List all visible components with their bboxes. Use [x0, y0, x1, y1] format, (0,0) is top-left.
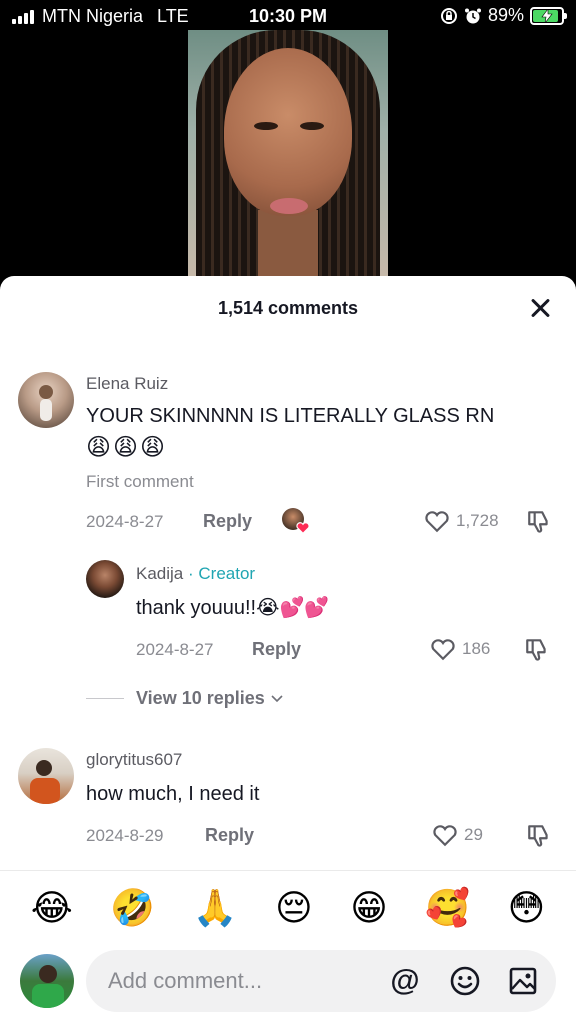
avatar[interactable] — [86, 560, 124, 598]
video-lips — [270, 198, 308, 214]
view-replies-label: View 10 replies — [136, 688, 265, 708]
creator-liked-badge — [282, 508, 310, 534]
dislike-icon[interactable] — [526, 508, 552, 534]
charging-bolt-icon — [541, 8, 553, 23]
avatar-figure — [30, 760, 60, 804]
heart-icon — [431, 639, 455, 661]
video-neck — [258, 210, 318, 280]
close-icon[interactable] — [524, 292, 556, 324]
emoji-icon[interactable] — [448, 964, 482, 998]
signal-icon — [12, 9, 34, 24]
user-avatar[interactable] — [20, 954, 74, 1008]
divider-line — [86, 698, 124, 699]
like-count: 1,728 — [456, 511, 499, 530]
comment-username[interactable]: Elena Ruiz — [86, 374, 168, 394]
comment-username[interactable]: glorytitus607 — [86, 750, 182, 770]
comment-date: 2024-8-27 — [86, 512, 164, 531]
image-icon[interactable] — [506, 964, 540, 998]
comment-input-bar: @ — [0, 946, 576, 1024]
like-count: 186 — [462, 639, 491, 658]
emoji-button[interactable]: 🥰 — [425, 887, 470, 928]
reply-button[interactable]: Reply — [205, 825, 254, 846]
lock-rotation-icon — [440, 7, 457, 24]
reply-username[interactable]: Kadija · Creator — [136, 564, 255, 584]
comment-input-container[interactable]: @ — [86, 950, 556, 1012]
battery-percent: 89% — [487, 5, 524, 25]
emoji-button[interactable]: 🤣 — [110, 887, 155, 928]
view-replies-button[interactable]: View 10 replies — [86, 688, 283, 709]
emoji-button[interactable]: 😁 — [350, 887, 388, 928]
battery-icon — [530, 6, 567, 25]
status-bar: MTN Nigeria LTE 10:30 PM 89% — [0, 0, 576, 32]
reply-text: thank youuu!!😭💕💕 — [136, 597, 330, 619]
video-eye-right — [300, 122, 324, 130]
mention-icon[interactable]: @ — [388, 964, 422, 998]
creator-tag: · Creator — [188, 564, 256, 583]
dislike-icon[interactable] — [524, 636, 550, 662]
like-button[interactable]: 29 — [432, 823, 483, 847]
emoji-button[interactable]: 😔 — [275, 887, 313, 928]
heart-icon — [425, 511, 449, 533]
comment-text: how much, I need it — [86, 783, 260, 805]
emoji-bar: 😂 🤣 🙏 😔 😁 🥰 😳 — [0, 870, 576, 944]
carrier-name: MTN Nigeria — [42, 6, 144, 26]
first-comment-label: First comment — [86, 472, 194, 491]
emoji-button[interactable]: 🙏 — [193, 887, 238, 928]
comment-input[interactable] — [108, 966, 368, 996]
comments-sheet: 1,514 comments Elena Ruiz YOUR SKINNNNN … — [0, 276, 576, 1024]
comments-count: 1,514 comments — [217, 298, 359, 318]
comment-date: 2024-8-29 — [86, 826, 164, 845]
reply-username-text: Kadija — [136, 564, 184, 583]
status-right: 89% — [440, 5, 567, 26]
emoji-button[interactable]: 😳 — [508, 887, 546, 928]
sheet-header: 1,514 comments — [0, 276, 576, 340]
like-button[interactable]: 1,728 — [424, 509, 499, 533]
heart-icon — [433, 825, 457, 847]
status-left: MTN Nigeria LTE — [12, 6, 189, 27]
like-count: 29 — [464, 825, 483, 844]
comment-emojis: 😩😩😩 — [86, 434, 168, 461]
alarm-icon — [464, 8, 481, 23]
avatar-figure — [39, 385, 53, 421]
like-button[interactable]: 186 — [430, 637, 490, 661]
video-face — [224, 48, 352, 216]
avatar[interactable] — [18, 372, 74, 428]
reply-date: 2024-8-27 — [136, 640, 214, 659]
dislike-icon[interactable] — [526, 822, 552, 848]
comment-text: YOUR SKINNNNN IS LITERALLY GLASS RN — [86, 405, 495, 427]
video-eye-left — [254, 122, 278, 130]
emoji-button[interactable]: 😂 — [31, 887, 73, 928]
chevron-down-icon — [271, 694, 283, 702]
avatar-figure — [32, 965, 64, 1008]
reply-button[interactable]: Reply — [252, 639, 301, 660]
avatar[interactable] — [18, 748, 74, 804]
heart-badge-icon — [296, 522, 310, 534]
network-type: LTE — [157, 6, 189, 26]
video-preview[interactable] — [188, 30, 388, 280]
reply-button[interactable]: Reply — [203, 511, 252, 532]
